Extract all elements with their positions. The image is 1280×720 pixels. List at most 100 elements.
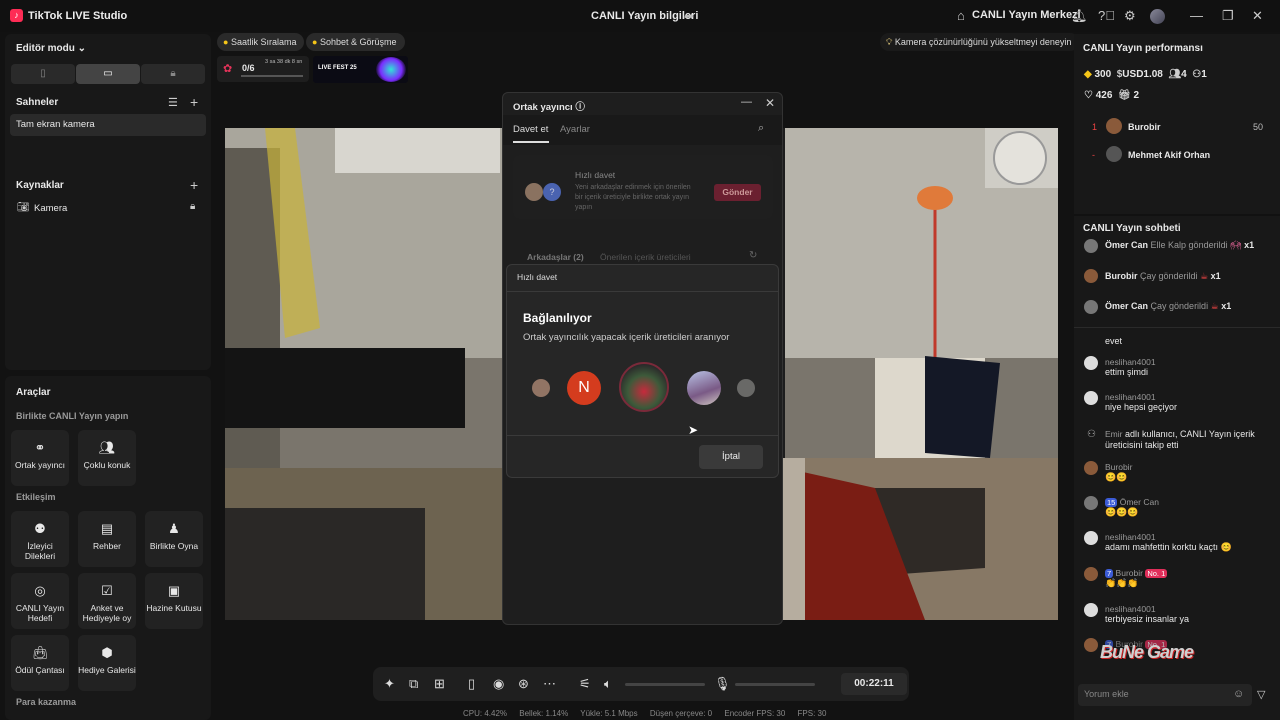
gift-gallery-tool[interactable]: ⬢ Hediye Galerisi — [78, 635, 136, 691]
lock-icon[interactable]: 🔒︎ — [190, 201, 195, 212]
guide-label: Rehber — [93, 541, 121, 551]
play-together-tool[interactable]: ♟ Birlikte Oyna — [145, 511, 203, 567]
live-info-link[interactable]: CANLI Yayın bilgileri — [591, 10, 698, 22]
chat-text: ettim şimdi — [1105, 367, 1149, 377]
gift-icon: 🎁︎ — [1118, 90, 1131, 101]
tab-settings[interactable]: Ayarlar — [560, 124, 590, 135]
reward-bag-label: Ödül Çantası — [15, 665, 65, 675]
gallery-icon: ⬢ — [101, 645, 113, 660]
fest-logo-icon — [376, 57, 406, 82]
refresh-icon[interactable]: ↻ — [749, 250, 757, 261]
phone-icon[interactable]: ▯ — [468, 676, 475, 692]
help-icon[interactable]: ?⃝ — [1098, 8, 1115, 23]
likes-value: 426 — [1095, 90, 1113, 101]
comment-input[interactable]: Yorum ekle ☺ — [1078, 684, 1252, 706]
close-icon[interactable]: ✕ — [1252, 8, 1263, 24]
avatar[interactable] — [1150, 9, 1165, 24]
gift-row: Burobir Çay gönderildi ☕︎ x1 — [1105, 271, 1221, 282]
emoji-icon[interactable]: ☺ — [1233, 688, 1244, 700]
level-badge: 15 — [1105, 498, 1118, 507]
record-icon[interactable]: ◉ — [493, 676, 504, 692]
mode-portrait[interactable]: ▯ — [11, 64, 75, 84]
chat-username[interactable]: neslihan4001 — [1105, 604, 1280, 614]
tab-suggested[interactable]: Önerilen içerik üreticileri — [600, 252, 691, 262]
gift-count: x1 — [1221, 301, 1232, 311]
mic-slider[interactable] — [735, 683, 815, 686]
viewer-wishes-tool[interactable]: ⚉ İzleyici Dilekleri — [11, 511, 69, 567]
quick-title: Hızlı davet — [575, 170, 616, 180]
close-dialog-icon[interactable]: ✕ — [765, 96, 775, 110]
rank-name[interactable]: Burobir — [1128, 122, 1161, 132]
live-goal-tool[interactable]: ◎ CANLI Yayın Hedefi — [11, 573, 69, 629]
scene-item[interactable]: Tam ekran kamera — [10, 114, 206, 136]
chat-message: 15 Ömer Can 😊😊😊 — [1105, 497, 1280, 518]
more-icon[interactable]: ⋯ — [543, 676, 556, 692]
live-center-link[interactable]: CANLI Yayın Merkezi — [972, 9, 1081, 21]
perf-stats-row-1: ◆ 300 $USD1.08 👥︎4 ⚇1 — [1084, 69, 1207, 80]
guide-tool[interactable]: ▤ Rehber — [78, 511, 136, 567]
target-icon: ◎ — [34, 583, 46, 598]
send-button[interactable]: Gönder — [714, 184, 761, 201]
filter-icon[interactable]: ▽ — [1257, 688, 1265, 701]
mode-landscape[interactable]: ▭ — [76, 64, 140, 84]
perf-stats-row-2: ♡ 426 🎁︎ 2 — [1084, 90, 1139, 101]
lightbulb-icon: 💡︎ — [886, 37, 893, 47]
avatar — [1084, 239, 1098, 253]
chat-username[interactable]: Burobir — [1105, 462, 1280, 472]
multiguest-tool[interactable]: 👥︎ Çoklu konuk — [78, 430, 136, 486]
rank-name[interactable]: Mehmet Akif Orhan — [1128, 150, 1210, 160]
editor-mode-dropdown[interactable]: Editör modu ⌄ — [16, 43, 86, 54]
gifts-value: 2 — [1133, 90, 1140, 101]
hourly-ranking-chip[interactable]: ● Saatlik Sıralama — [217, 33, 305, 51]
chat-text: 👏👏👏 — [1105, 578, 1139, 588]
link-icon: ⚭ — [34, 440, 46, 455]
bell-icon[interactable]: 🔔︎ — [1071, 8, 1088, 24]
chat-meet-chip[interactable]: ● Sohbet & Görüşme — [306, 33, 405, 51]
add-box-icon[interactable]: ⊞ — [434, 676, 445, 692]
cancel-button[interactable]: İptal — [699, 445, 763, 469]
camera-tip[interactable]: 💡︎ Kamera çözünürlüğünü yükseltmeyi dene… — [880, 33, 1080, 51]
effects-icon[interactable]: ⧉ — [409, 676, 418, 692]
heart-hands-icon: 🙌︎ — [1230, 240, 1242, 250]
comment-placeholder: Yorum ekle — [1084, 689, 1129, 699]
magic-wand-icon[interactable]: ✦ — [384, 676, 395, 692]
chat-text: 😊😊 — [1105, 472, 1128, 482]
live-fest-label: LIVE FEST 25 — [318, 65, 357, 71]
progress-timer: 3 sa 38 dk 8 sn — [265, 59, 303, 65]
add-scene-icon[interactable]: + — [190, 94, 198, 110]
treasure-box-tool[interactable]: ▣ Hazine Kutusu — [145, 573, 203, 629]
tab-friends[interactable]: Arkadaşlar (2) — [527, 252, 584, 262]
microphone-icon[interactable]: 🎙︎ — [714, 676, 731, 692]
reward-bag-tool[interactable]: 👜︎ Ödül Çantası — [11, 635, 69, 691]
chat-username[interactable]: Burobir — [1116, 568, 1143, 578]
chat-username[interactable]: Ömer Can — [1120, 497, 1159, 507]
progress-bar — [241, 75, 303, 77]
tea-icon: ☕︎ — [1200, 271, 1209, 281]
share-icon[interactable]: ➦ — [684, 9, 694, 23]
adjust-icon[interactable]: ⚟ — [579, 676, 591, 692]
poll-tool[interactable]: ☑ Anket ve Hediyeyle oy — [78, 573, 136, 629]
progress-card[interactable]: ✿ 0/6 3 sa 38 dk 8 sn — [217, 56, 309, 82]
minimize-icon[interactable]: — — [1190, 8, 1203, 23]
cohost-tool[interactable]: ⚭ Ortak yayıncı — [11, 430, 69, 486]
maximize-icon[interactable]: ❐ — [1222, 8, 1234, 24]
search-icon[interactable]: ⌕ — [758, 122, 764, 135]
volume-slider[interactable] — [625, 683, 705, 686]
minimize-dialog-icon[interactable]: — — [741, 96, 752, 108]
chat-username[interactable]: neslihan4001 — [1105, 357, 1280, 367]
chat-username[interactable]: neslihan4001 — [1105, 392, 1280, 402]
add-source-icon[interactable]: + — [190, 177, 198, 193]
chat-username[interactable]: Emir — [1105, 429, 1122, 439]
chat-username[interactable]: neslihan4001 — [1105, 532, 1280, 542]
list-icon[interactable]: ☰ — [168, 96, 178, 109]
live-fest-banner[interactable]: LIVE FEST 25 — [313, 56, 408, 83]
help-circle-icon[interactable]: ⓘ — [575, 102, 585, 113]
source-item[interactable]: Kamera — [34, 203, 67, 214]
mode-locked[interactable]: 🔒︎ — [141, 64, 205, 84]
volume-icon[interactable]: 🔈︎ — [604, 676, 612, 692]
camera-switch-icon[interactable]: ⊛ — [518, 676, 529, 692]
tab-invite[interactable]: Davet et — [513, 124, 548, 135]
avatar — [1084, 531, 1098, 545]
gear-icon[interactable]: ⚙ — [1124, 8, 1136, 24]
gift-sender: Ömer Can — [1105, 240, 1149, 250]
